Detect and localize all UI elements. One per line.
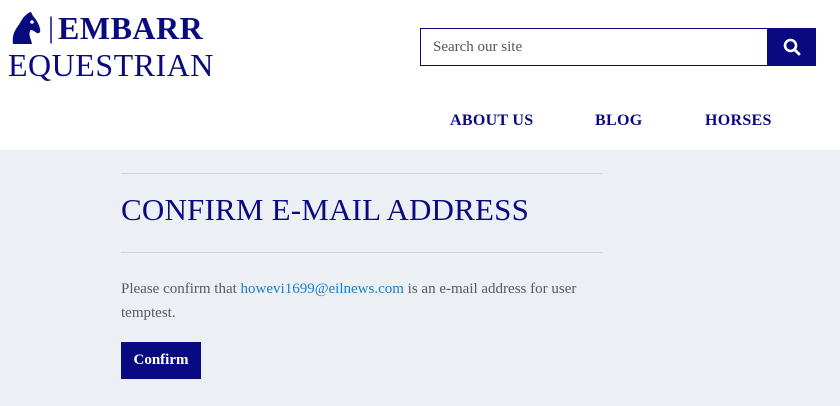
- logo-text-embarr: EMBARR: [58, 10, 204, 46]
- main-content: CONFIRM E-MAIL ADDRESS Please confirm th…: [0, 150, 840, 406]
- main-nav: ABOUT US BLOG HORSES: [0, 112, 840, 132]
- search-button[interactable]: [767, 28, 816, 66]
- title-divider: [121, 252, 603, 253]
- logo-row: | EMBARR: [8, 10, 214, 46]
- search-input[interactable]: [420, 28, 767, 66]
- search-icon: [783, 38, 800, 56]
- logo-separator: |: [48, 11, 55, 44]
- search-form: [420, 28, 816, 66]
- top-divider: [121, 173, 603, 174]
- horse-head-icon: [12, 12, 41, 44]
- site-header: | EMBARR EQUESTRIAN ABOUT US BLOG HORSES: [0, 0, 840, 150]
- nav-item-blog[interactable]: BLOG: [595, 112, 642, 130]
- message-before: Please confirm that: [121, 281, 241, 297]
- nav-item-about-us[interactable]: ABOUT US: [450, 112, 533, 130]
- logo-text-equestrian: EQUESTRIAN: [8, 47, 214, 83]
- confirm-button[interactable]: Confirm: [121, 342, 201, 379]
- site-logo[interactable]: | EMBARR EQUESTRIAN: [8, 10, 214, 82]
- email-link[interactable]: howevi1699@eilnews.com: [241, 281, 404, 297]
- nav-item-horses[interactable]: HORSES: [705, 112, 772, 130]
- confirm-message: Please confirm that howevi1699@eilnews.c…: [121, 277, 601, 325]
- page-title: CONFIRM E-MAIL ADDRESS: [121, 192, 530, 227]
